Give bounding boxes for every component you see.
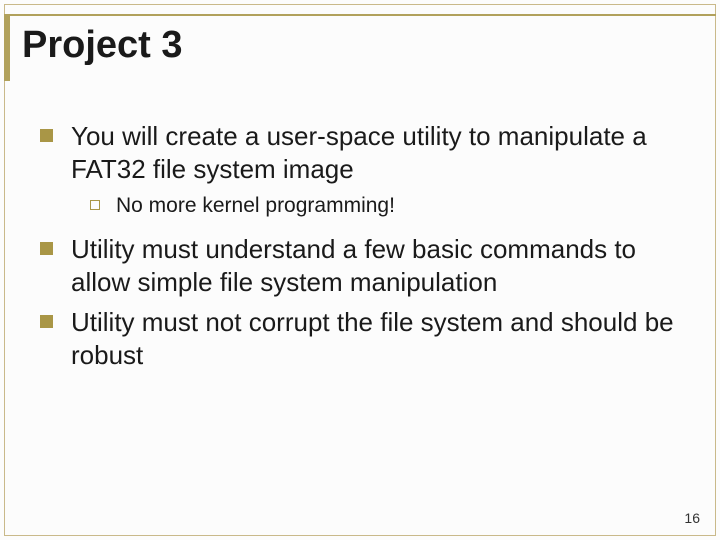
slide: Project 3 You will create a user-space u…	[0, 0, 720, 540]
list-item: Utility must understand a few basic comm…	[40, 233, 680, 298]
bullet-text: Utility must not corrupt the file system…	[71, 306, 680, 371]
list-item: No more kernel programming!	[90, 193, 680, 219]
title-wrap: Project 3	[4, 14, 716, 81]
slide-content: You will create a user-space utility to …	[40, 120, 680, 379]
bullet-text: You will create a user-space utility to …	[71, 120, 680, 185]
list-item: You will create a user-space utility to …	[40, 120, 680, 185]
bullet-text: No more kernel programming!	[116, 193, 395, 219]
list-item: Utility must not corrupt the file system…	[40, 306, 680, 371]
square-outline-bullet-icon	[90, 200, 100, 210]
square-bullet-icon	[40, 129, 53, 142]
slide-title: Project 3	[4, 16, 716, 81]
square-bullet-icon	[40, 242, 53, 255]
page-number: 16	[684, 510, 700, 526]
square-bullet-icon	[40, 315, 53, 328]
bullet-text: Utility must understand a few basic comm…	[71, 233, 680, 298]
